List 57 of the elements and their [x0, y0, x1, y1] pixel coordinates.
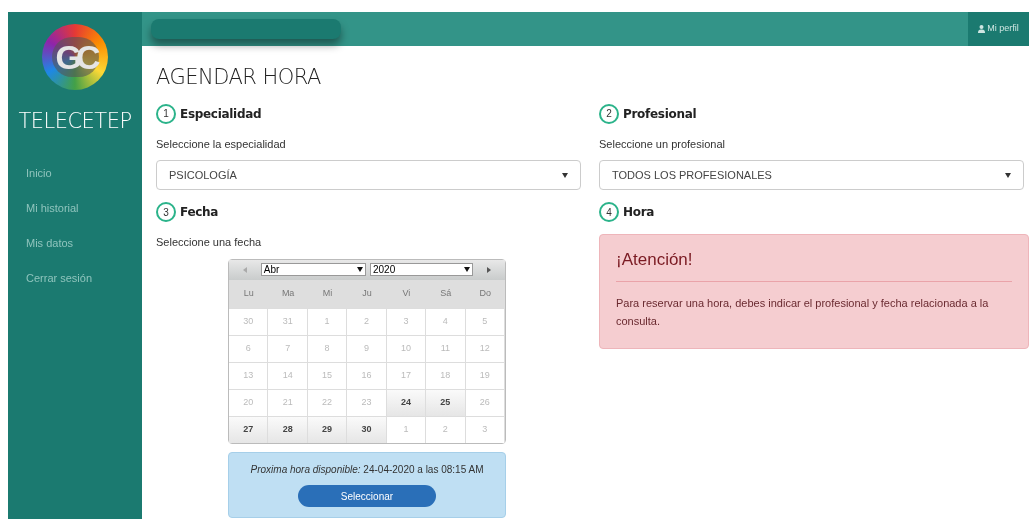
weekday-label: Sá	[439, 286, 453, 300]
calendar-day: 9	[347, 334, 387, 362]
calendar-day[interactable]: 25	[426, 388, 466, 416]
year-select[interactable]: 2020	[370, 263, 474, 276]
alert-title: ¡Atención!	[616, 249, 694, 271]
logo-icon: GC	[42, 24, 108, 90]
step-number: 4	[599, 202, 619, 222]
calendar-day: 23	[347, 388, 387, 416]
calendar-day: 14	[268, 361, 308, 389]
calendar-day[interactable]: 30	[347, 415, 387, 443]
step-title: Hora	[623, 204, 655, 221]
left-arrow-icon	[242, 266, 247, 273]
caret-icon	[562, 172, 568, 178]
field-label: Seleccione un profesional	[599, 136, 726, 152]
caret-icon	[464, 267, 471, 272]
field-label: Seleccione una fecha	[156, 235, 263, 250]
step-title: Especialidad	[180, 105, 262, 123]
weekday-label: Mi	[321, 286, 334, 300]
weekday-label: Vi	[401, 286, 412, 300]
calendar-day: 2	[426, 415, 466, 443]
step-title: Profesional	[623, 105, 697, 123]
calendar-day: 6	[229, 334, 269, 362]
profile-button[interactable]: Mi perfil	[968, 12, 1029, 46]
select-field[interactable]: PSICOLOGÍA	[156, 160, 581, 190]
calendar-day: 4	[426, 307, 466, 335]
calendar-day: 13	[229, 361, 269, 389]
step-number: 1	[156, 103, 176, 124]
calendar-day: 11	[426, 334, 466, 362]
field-label: Seleccione la especialidad	[156, 136, 287, 152]
user-icon	[978, 25, 986, 33]
calendar-day: 16	[347, 361, 387, 389]
calendar-day[interactable]: 27	[229, 415, 269, 443]
step-number: 2	[599, 103, 619, 124]
weekday-label: Ma	[280, 286, 296, 300]
calendar-day: 31	[268, 307, 308, 335]
weekday-label: Lu	[242, 286, 255, 300]
calendar-day: 30	[229, 307, 269, 335]
calendar-day: 7	[268, 334, 308, 362]
select-field[interactable]: TODOS LOS PROFESIONALES	[599, 160, 1024, 190]
select-button[interactable]: Seleccionar	[298, 485, 436, 507]
caret-icon	[357, 267, 363, 272]
month-select[interactable]: Abr	[260, 263, 366, 276]
calendar-day: 20	[229, 388, 269, 416]
calendar-day: 18	[426, 361, 466, 389]
caret-icon	[1005, 172, 1011, 178]
calendar-day[interactable]: 28	[268, 415, 308, 443]
weekday-label: Do	[478, 286, 493, 300]
weekday-label: Ju	[361, 286, 373, 300]
calendar-day: 2	[347, 307, 387, 335]
calendar-day: 21	[268, 388, 308, 416]
page-title: AGENDAR HORA	[156, 64, 322, 91]
right-arrow-icon	[487, 266, 492, 273]
next-slot-text: Proxima hora disponible: 24-04-2020 a las 08:15 AM	[250, 463, 484, 477]
step-number: 3	[156, 202, 176, 222]
alert-message: Para reservar una hora, debes indicar el profesional y fecha relacionada a la consulta.	[616, 295, 990, 329]
step-title: Fecha	[180, 204, 219, 221]
brand-name: TELECETEP	[18, 108, 132, 135]
